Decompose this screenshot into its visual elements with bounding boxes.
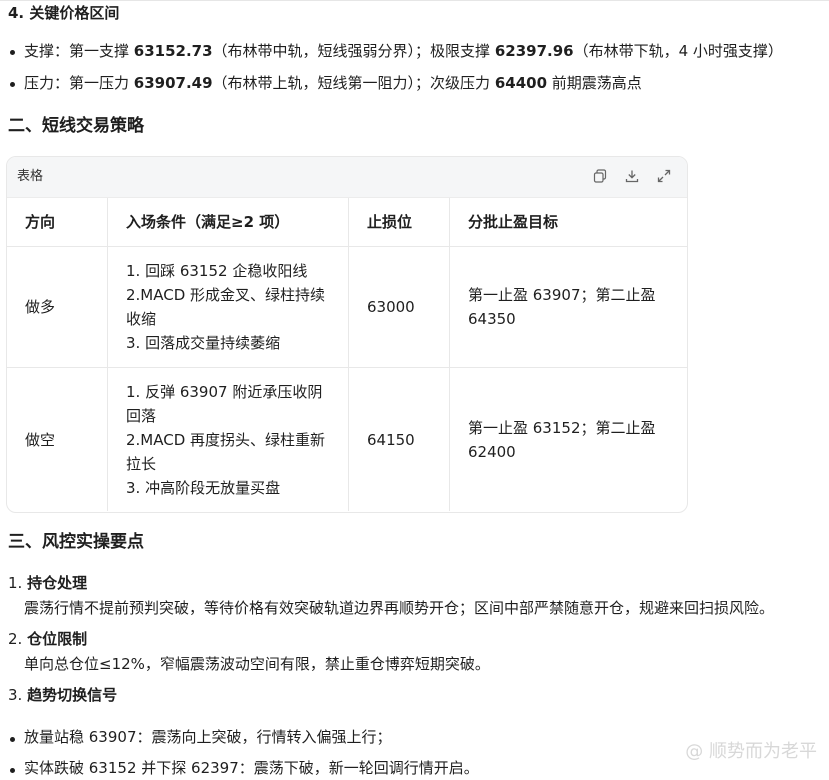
table-row: 做多 1. 回踩 63152 企稳收阳线 2.MACD 形成金叉、绿柱持续收缩 …	[7, 246, 687, 368]
table-row: 做空 1. 反弹 63907 附近承压收阴回落 2.MACD 再度拐头、绿柱重新…	[7, 367, 687, 511]
pressure-text-1: （布林带上轨，短线第一阻力）；次级压力	[212, 74, 495, 92]
signal-line: 放量站稳 63907：震荡向上突破，行情转入偏强上行；	[24, 728, 392, 746]
support-value-2: 62397.96	[494, 42, 574, 60]
expand-icon[interactable]	[655, 167, 673, 185]
risk-item-3-title: 3. 趋势切换信号	[8, 684, 117, 707]
strategy-heading: 二、短线交易策略	[8, 116, 144, 136]
risk-heading: 三、风控实操要点	[8, 532, 144, 552]
list-number: 1.	[8, 574, 23, 592]
table-card-title: 表格	[17, 169, 44, 184]
support-text-2: （布林带下轨，4 小时强支撑）	[573, 42, 783, 60]
condition-line: 2.MACD 再度拐头、绿柱重新拉长	[126, 430, 326, 473]
list-title: 仓位限制	[27, 630, 88, 648]
risk-item-2-body: 单向总仓位≤12%，窄幅震荡波动空间有限，禁止重仓博弈短期突破。	[24, 655, 490, 673]
cell-stop: 64150	[348, 367, 450, 511]
table-header-row: 方向 入场条件（满足≥2 项） 止损位 分批止盈目标	[7, 198, 687, 247]
pressure-label: 压力：第一压力	[24, 74, 134, 92]
support-label: 支撑：第一支撑	[24, 42, 134, 60]
cell-stop: 63000	[348, 246, 450, 368]
support-line: 支撑：第一支撑 63152.73（布林带中轨，短线强弱分界）；极限支撑 6239…	[24, 40, 783, 63]
condition-line: 1. 回踩 63152 企稳收阳线	[126, 262, 308, 280]
pressure-text-2: 前期震荡高点	[547, 74, 642, 92]
copy-icon[interactable]	[591, 167, 609, 185]
watermark: @ 顺势而为老平	[685, 738, 817, 765]
risk-item-1-title: 1. 持仓处理	[8, 572, 87, 595]
pressure-value-1: 63907.49	[133, 74, 213, 92]
pressure-value-2: 64400	[494, 74, 548, 92]
cell-direction: 做空	[7, 367, 108, 511]
risk-item-2-title: 2. 仓位限制	[8, 628, 87, 651]
signal-line: 实体跌破 63152 并下探 62397：震荡下破，新一轮回调行情开启。	[24, 759, 479, 777]
top-divider	[0, 0, 829, 1]
strategy-table: 方向 入场条件（满足≥2 项） 止损位 分批止盈目标 做多 1. 回踩 6315…	[7, 198, 687, 511]
cell-conditions: 1. 反弹 63907 附近承压收阴回落 2.MACD 再度拐头、绿柱重新拉长 …	[107, 367, 349, 511]
condition-line: 3. 回落成交量持续萎缩	[126, 334, 281, 352]
risk-item-1-body: 震荡行情不提前预判突破，等待价格有效突破轨道边界再顺势开仓；区间中部严禁随意开仓…	[24, 599, 775, 617]
pressure-line: 压力：第一压力 63907.49（布林带上轨，短线第一阻力）；次级压力 6440…	[24, 72, 642, 95]
condition-line: 3. 冲高阶段无放量买盘	[126, 478, 281, 497]
watermark-text: @ 顺势而为老平	[685, 741, 817, 762]
list-title: 趋势切换信号	[27, 686, 118, 704]
cell-direction: 做多	[7, 246, 108, 368]
bullet-dot	[10, 82, 15, 87]
cell-conditions: 1. 回踩 63152 企稳收阳线 2.MACD 形成金叉、绿柱持续收缩 3. …	[107, 246, 349, 368]
condition-line: 2.MACD 形成金叉、绿柱持续收缩	[126, 286, 326, 328]
bullet-dot	[10, 50, 15, 55]
col-header-direction: 方向	[7, 198, 108, 247]
col-header-targets: 分批止盈目标	[449, 198, 687, 247]
bullet-dot	[10, 768, 15, 773]
bullet-dot	[10, 737, 15, 742]
download-icon[interactable]	[623, 167, 641, 185]
support-text-1: （布林带中轨，短线强弱分界）；极限支撑	[212, 42, 495, 60]
list-number: 2.	[8, 630, 23, 648]
list-number: 3.	[8, 686, 23, 704]
list-title: 持仓处理	[27, 574, 88, 592]
table-card-header: 表格	[7, 157, 687, 198]
col-header-entry: 入场条件（满足≥2 项）	[107, 198, 349, 247]
col-header-stop: 止损位	[348, 198, 450, 247]
cell-targets: 第一止盈 63907；第二止盈 64350	[449, 246, 687, 368]
table-toolbar	[591, 167, 673, 185]
section4-heading: 4. 关键价格区间	[8, 4, 120, 22]
cell-targets: 第一止盈 63152；第二止盈 62400	[468, 418, 656, 461]
strategy-table-card: 表格 方向 入场条件（满足≥2 项） 止损位 分批止盈目标 做多 1. 回踩 6…	[6, 156, 688, 513]
condition-line: 1. 反弹 63907 附近承压收阴回落	[126, 382, 323, 425]
support-value-1: 63152.73	[133, 42, 213, 60]
